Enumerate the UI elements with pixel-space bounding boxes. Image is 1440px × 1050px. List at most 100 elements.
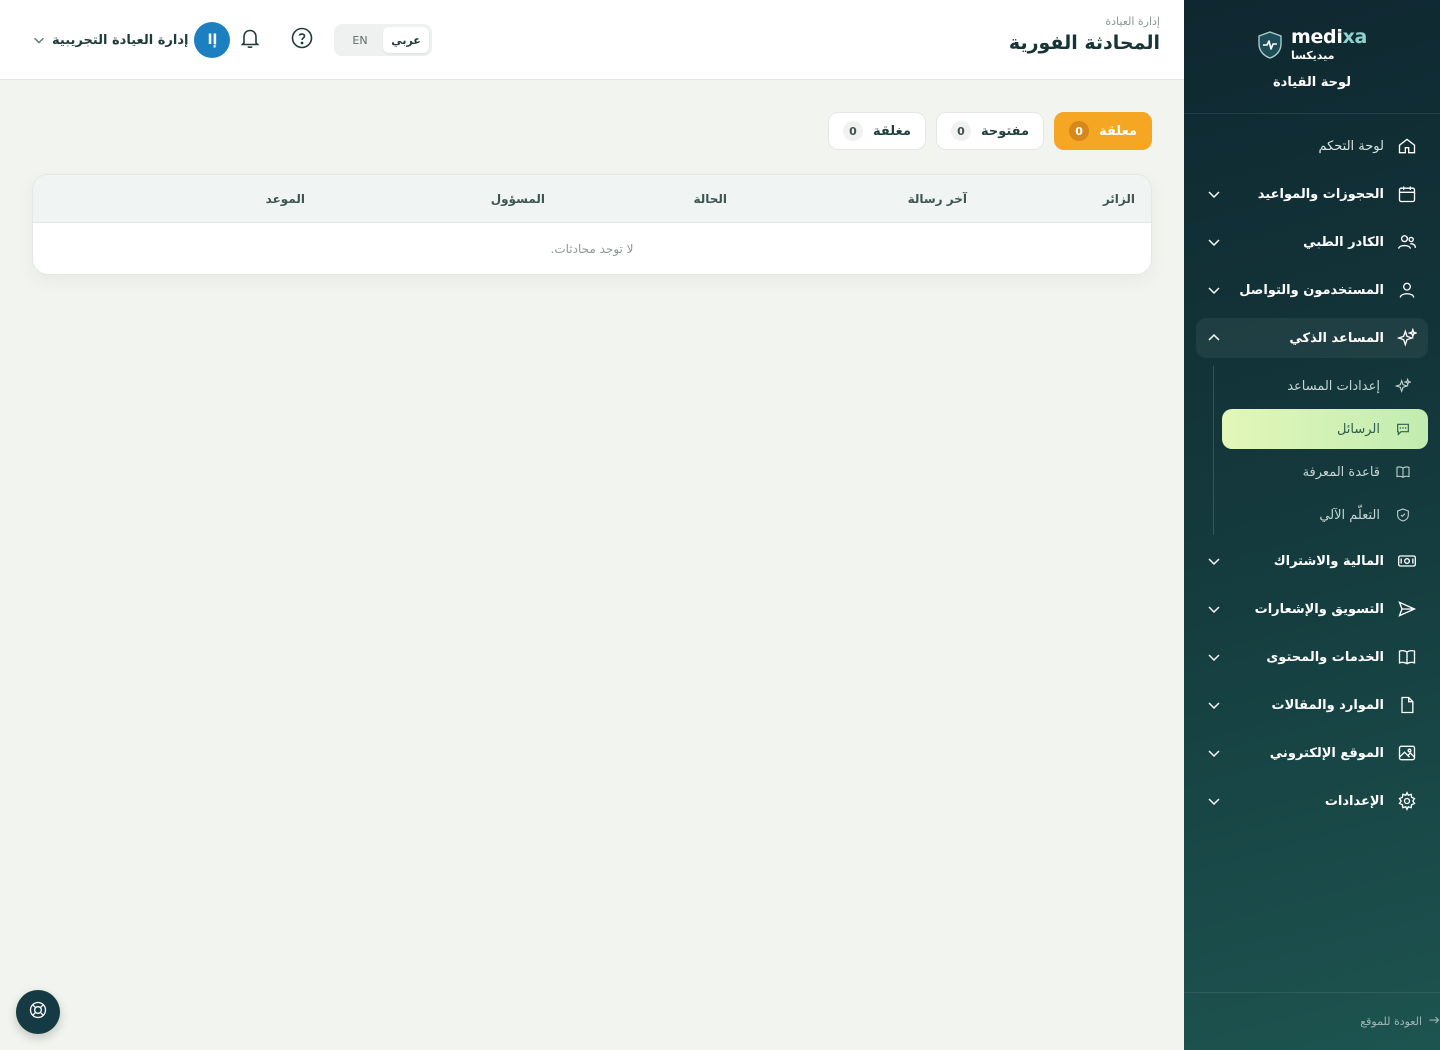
user-icon — [1396, 279, 1418, 301]
chevron-down-icon — [1206, 282, 1222, 298]
brand-latin: medixa — [1290, 26, 1368, 48]
tab-label: معلقة — [1099, 123, 1137, 139]
chevron-down-icon — [1206, 234, 1222, 250]
home-icon — [1396, 135, 1418, 157]
sidebar-item-label: المساعد الذكي — [1289, 330, 1384, 346]
submenu-item-assistant-settings[interactable]: إعدادات المساعد — [1222, 366, 1428, 406]
page-title: المحادثة الفورية — [1008, 32, 1160, 54]
avatar: إا — [194, 22, 231, 58]
sidebar-item-finance[interactable]: المالية والاشتراك — [1196, 541, 1428, 581]
column-header-appointment[interactable]: الموعد — [266, 175, 305, 223]
tab-label: مغلقة — [873, 123, 911, 139]
support-float-button[interactable] — [16, 990, 60, 1034]
sparkles-icon — [1394, 377, 1412, 395]
tab-count-badge: 0 — [843, 121, 863, 141]
brand-arabic: ميديكسا — [1290, 49, 1335, 62]
arrow-right-icon — [1428, 1014, 1440, 1029]
calendar-icon — [1396, 183, 1418, 205]
sidebar-item-label: المستخدمون والتواصل — [1239, 282, 1384, 298]
sidebar-item-ai-assistant[interactable]: المساعد الذكي — [1196, 318, 1428, 358]
sidebar-item-users[interactable]: المستخدمون والتواصل — [1196, 270, 1428, 310]
file-icon — [1396, 694, 1418, 716]
column-header-last-message[interactable]: آخر رسالة — [908, 175, 967, 223]
submenu-item-label: الرسائل — [1336, 421, 1380, 437]
users-icon — [1396, 231, 1418, 253]
language-toggle: EN عربي — [334, 24, 432, 56]
back-to-site-label: العودة للموقع — [1360, 1015, 1422, 1028]
book-icon — [1394, 463, 1412, 481]
sidebar-item-website[interactable]: الموقع الإلكتروني — [1196, 733, 1428, 773]
chevron-down-icon — [1206, 186, 1222, 202]
sidebar-item-settings[interactable]: الإعدادات — [1196, 781, 1428, 821]
user-menu[interactable]: إدارة العيادة التجريبية إا — [32, 22, 231, 58]
help-icon — [290, 26, 314, 54]
submenu-item-label: التعلّم الآلي — [1319, 507, 1380, 523]
sidebar-item-label: الخدمات والمحتوى — [1266, 649, 1384, 665]
conversations-table: الزائر آخر رسالة الحالة المسؤول الموعد ل… — [32, 174, 1152, 275]
submenu-item-label: إعدادات المساعد — [1287, 378, 1380, 394]
message-icon — [1394, 420, 1412, 438]
column-header-assignee[interactable]: المسؤول — [491, 175, 545, 223]
tab-count-badge: 0 — [1069, 121, 1090, 141]
chevron-down-icon — [1206, 745, 1222, 761]
brand-subtitle: لوحة القيادة — [1272, 75, 1352, 90]
sidebar-item-medical-staff[interactable]: الكادر الطبي — [1196, 222, 1428, 262]
back-to-site-link[interactable]: العودة للموقع — [1184, 992, 1440, 1050]
submenu-item-messages[interactable]: الرسائل — [1222, 409, 1428, 449]
send-icon — [1396, 598, 1418, 620]
bell-icon — [238, 26, 262, 54]
column-header-status[interactable]: الحالة — [693, 175, 727, 223]
logo[interactable]: medixa ميديكسا — [1257, 28, 1367, 61]
tab-open[interactable]: مفتوحة 0 — [935, 112, 1045, 150]
sidebar-item-label: الكادر الطبي — [1303, 234, 1384, 250]
gear-icon — [1396, 790, 1418, 812]
shield-logo-icon — [1257, 30, 1283, 59]
shield-check-icon — [1394, 506, 1412, 524]
chevron-up-icon — [1206, 330, 1222, 346]
book-icon — [1396, 646, 1418, 668]
sidebar-item-label: لوحة التحكم — [1318, 138, 1384, 154]
sidebar-item-bookings[interactable]: الحجوزات والمواعيد — [1196, 174, 1428, 214]
notifications-button[interactable] — [236, 26, 264, 54]
lang-en-button[interactable]: EN — [337, 27, 383, 53]
chevron-down-icon — [1206, 601, 1222, 617]
breadcrumb: إدارة العيادة — [1105, 15, 1160, 28]
sidebar-item-dashboard[interactable]: لوحة التحكم — [1196, 126, 1428, 166]
status-tabs: معلقة 0 مفتوحة 0 مغلقة 0 — [828, 112, 1152, 150]
money-icon — [1396, 550, 1418, 572]
image-icon — [1396, 742, 1418, 764]
tab-closed[interactable]: مغلقة 0 — [828, 112, 926, 150]
sidebar-item-label: الإعدادات — [1324, 793, 1384, 809]
sidebar-item-label: التسويق والإشعارات — [1254, 601, 1384, 617]
title-block: إدارة العيادة المحادثة الفورية — [1009, 15, 1160, 54]
sidebar-item-label: الموارد والمقالات — [1271, 697, 1384, 713]
sidebar-nav: لوحة التحكم الحجوزات والمواعيد الكادر ال… — [1184, 114, 1440, 821]
chevron-down-icon — [1206, 649, 1222, 665]
chevron-down-icon — [32, 33, 46, 47]
submenu-item-label: قاعدة المعرفة — [1302, 464, 1380, 480]
submenu-item-machine-learning[interactable]: التعلّم الآلي — [1222, 495, 1428, 535]
column-header-visitor[interactable]: الزائر — [1103, 175, 1135, 223]
help-button[interactable] — [288, 26, 316, 54]
sidebar-item-label: المالية والاشتراك — [1273, 553, 1384, 569]
sidebar-item-resources[interactable]: الموارد والمقالات — [1196, 685, 1428, 725]
top-header: إدارة العيادة المحادثة الفورية EN عربي إ… — [0, 0, 1184, 80]
empty-state: لا توجد محادثات. — [550, 242, 634, 256]
tab-pending[interactable]: معلقة 0 — [1054, 112, 1152, 150]
tab-count-badge: 0 — [950, 121, 971, 141]
chevron-down-icon — [1206, 793, 1222, 809]
chevron-down-icon — [1206, 697, 1222, 713]
sparkles-icon — [1396, 327, 1418, 349]
sidebar-item-label: الحجوزات والمواعيد — [1257, 186, 1384, 202]
chevron-down-icon — [1206, 553, 1222, 569]
sidebar-item-services[interactable]: الخدمات والمحتوى — [1196, 637, 1428, 677]
sidebar-item-label: الموقع الإلكتروني — [1269, 745, 1384, 761]
sidebar: medixa ميديكسا لوحة القيادة لوحة التحكم … — [1184, 0, 1440, 1050]
sidebar-item-marketing[interactable]: التسويق والإشعارات — [1196, 589, 1428, 629]
user-name: إدارة العيادة التجريبية — [52, 32, 189, 48]
table-header: الزائر آخر رسالة الحالة المسؤول الموعد — [33, 175, 1151, 223]
submenu-item-knowledge-base[interactable]: قاعدة المعرفة — [1222, 452, 1428, 492]
ai-assistant-submenu: إعدادات المساعد الرسائل قاعدة المعرفة ال… — [1196, 366, 1428, 535]
brand: medixa ميديكسا لوحة القيادة — [1184, 0, 1440, 114]
lang-ar-button[interactable]: عربي — [383, 27, 429, 53]
